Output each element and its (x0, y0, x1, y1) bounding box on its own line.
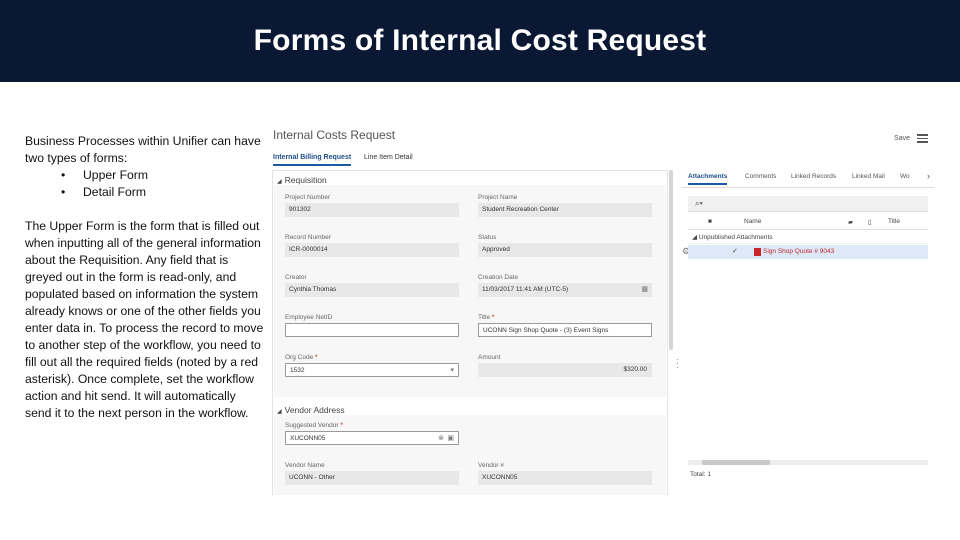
calendar-icon: ▦ (641, 286, 648, 293)
vendor-number-value: XUCONN05 (478, 471, 652, 485)
amount-value: $320.00 (478, 363, 652, 377)
tab-linked-records[interactable]: Linked Records (791, 173, 836, 180)
project-number-value: 901302 (285, 203, 459, 217)
chevron-down-icon[interactable]: ▾ (450, 366, 454, 374)
tab-line-item-detail[interactable]: Line Item Detail (364, 154, 413, 164)
collapse-triangle-icon[interactable]: ◢ (277, 409, 282, 415)
body-text: The Upper Form is the form that is fille… (25, 219, 264, 420)
creator-value: Cynthia Thomas (285, 283, 459, 297)
attach-paperclip-icon[interactable]: ⌕▾ (695, 199, 703, 209)
collapse-triangle-icon[interactable]: ◢ (277, 179, 282, 185)
title-input[interactable]: UCONN Sign Shop Quote - (3) Event Signs (478, 323, 652, 337)
attachments-header-row: ■ Name ▰ ▯ Title (688, 214, 928, 230)
unpublished-group-row[interactable]: ◢ Unpublished Attachments (688, 230, 928, 244)
slide-text: Business Processes within Unifier can ha… (25, 133, 265, 422)
required-asterisk: * (340, 422, 343, 429)
suggested-vendor-input[interactable]: XUCONN05 ⊗ ▣ (285, 431, 459, 445)
slide-title: Forms of Internal Cost Request (253, 24, 707, 57)
check-icon: ✓ (732, 248, 738, 255)
horizontal-scrollbar[interactable] (688, 460, 928, 465)
pdf-file-icon (754, 248, 761, 256)
folder-icon: ■ (708, 218, 712, 225)
requisition-header[interactable]: ◢ Requisition (277, 175, 327, 185)
status-value: Approved (478, 243, 652, 257)
column-name[interactable]: Name (744, 218, 761, 225)
org-code-select[interactable]: 1532 ▾ (285, 363, 459, 377)
org-code-field: Org Code * 1532 ▾ (285, 354, 459, 377)
document-icon: ▯ (868, 219, 872, 226)
column-title[interactable]: Title (888, 218, 900, 225)
detail-tabs: Attachments Comments Linked Records Link… (682, 168, 934, 188)
amount-field: Amount $320.00 (478, 354, 652, 377)
list-item: • Upper Form (61, 168, 149, 182)
attachments-toolbar: ⌕▾ (688, 196, 928, 212)
upper-form: ◢ Requisition Project Number 901302 Proje… (272, 170, 668, 495)
clear-icon[interactable]: ⊗ (438, 434, 444, 442)
creator-field: Creator Cynthia Thomas (285, 274, 459, 297)
expand-triangle-icon[interactable]: ◢ (692, 234, 697, 241)
detail-pane: Attachments Comments Linked Records Link… (682, 168, 934, 495)
list-item-label: Detail Form (83, 185, 146, 199)
record-number-field: Record Number ICR-0000014 (285, 234, 459, 257)
vendor-name-field: Vendor Name UCONN - Other (285, 462, 459, 485)
list-item: • Detail Form (61, 185, 146, 199)
intro-text: Business Processes within Unifier can ha… (25, 134, 261, 165)
list-item-label: Upper Form (83, 168, 149, 182)
app-header: Internal Costs Request Save (272, 122, 934, 150)
app-title: Internal Costs Request (273, 128, 396, 142)
save-button[interactable]: Save (894, 135, 910, 142)
title-banner: Forms of Internal Cost Request (0, 0, 960, 82)
employee-netid-field: Employee NetID (285, 314, 459, 337)
project-number-field: Project Number 901302 (285, 194, 459, 217)
form-scrollbar[interactable] (668, 170, 674, 350)
attachment-row[interactable]: ✓ Sign Shop Quote # 9043 (688, 245, 928, 259)
tab-comments[interactable]: Comments (745, 173, 776, 180)
form-types-list: • Upper Form • Detail Form (25, 167, 265, 201)
chevron-right-icon[interactable]: › (927, 171, 930, 181)
record-number-value: ICR-0000014 (285, 243, 459, 257)
tab-linked-mail[interactable]: Linked Mail (852, 173, 885, 180)
title-field: Title * UCONN Sign Shop Quote - (3) Even… (478, 314, 652, 337)
required-asterisk: * (315, 354, 318, 361)
attachments-total: Total: 1 (690, 471, 711, 478)
creation-date-field: Creation Date 11/03/2017 11:41 AM (UTC-5… (478, 274, 652, 297)
status-field: Status Approved (478, 234, 652, 257)
picker-icon[interactable]: ▣ (447, 434, 454, 442)
form-tabs: Internal Billing Request Line Item Detai… (272, 150, 672, 168)
required-asterisk: * (491, 314, 495, 321)
tab-internal-billing-request[interactable]: Internal Billing Request (273, 154, 352, 166)
vendor-name-value: UCONN - Other (285, 471, 459, 485)
employee-netid-input[interactable] (285, 323, 459, 337)
project-name-value: Student Recreation Center (478, 203, 652, 217)
tab-workflow[interactable]: Wo (900, 173, 910, 180)
vendor-address-header[interactable]: ◢ Vendor Address (277, 405, 345, 415)
project-name-field: Project Name Student Recreation Center (478, 194, 652, 217)
comment-icon: ▰ (848, 219, 853, 226)
vendor-number-field: Vendor # XUCONN05 (478, 462, 652, 485)
creation-date-value: 11/03/2017 11:41 AM (UTC-5) ▦ (478, 283, 652, 297)
tab-attachments[interactable]: Attachments (688, 173, 728, 185)
attachment-file-link[interactable]: Sign Shop Quote # 9043 (763, 248, 834, 255)
unifier-screenshot: Internal Costs Request Save Internal Bil… (272, 122, 934, 495)
suggested-vendor-field: Suggested Vendor * XUCONN05 ⊗ ▣ (285, 422, 459, 445)
hamburger-menu-icon[interactable] (917, 134, 928, 143)
pane-splitter-handle[interactable]: · · · (676, 356, 679, 372)
